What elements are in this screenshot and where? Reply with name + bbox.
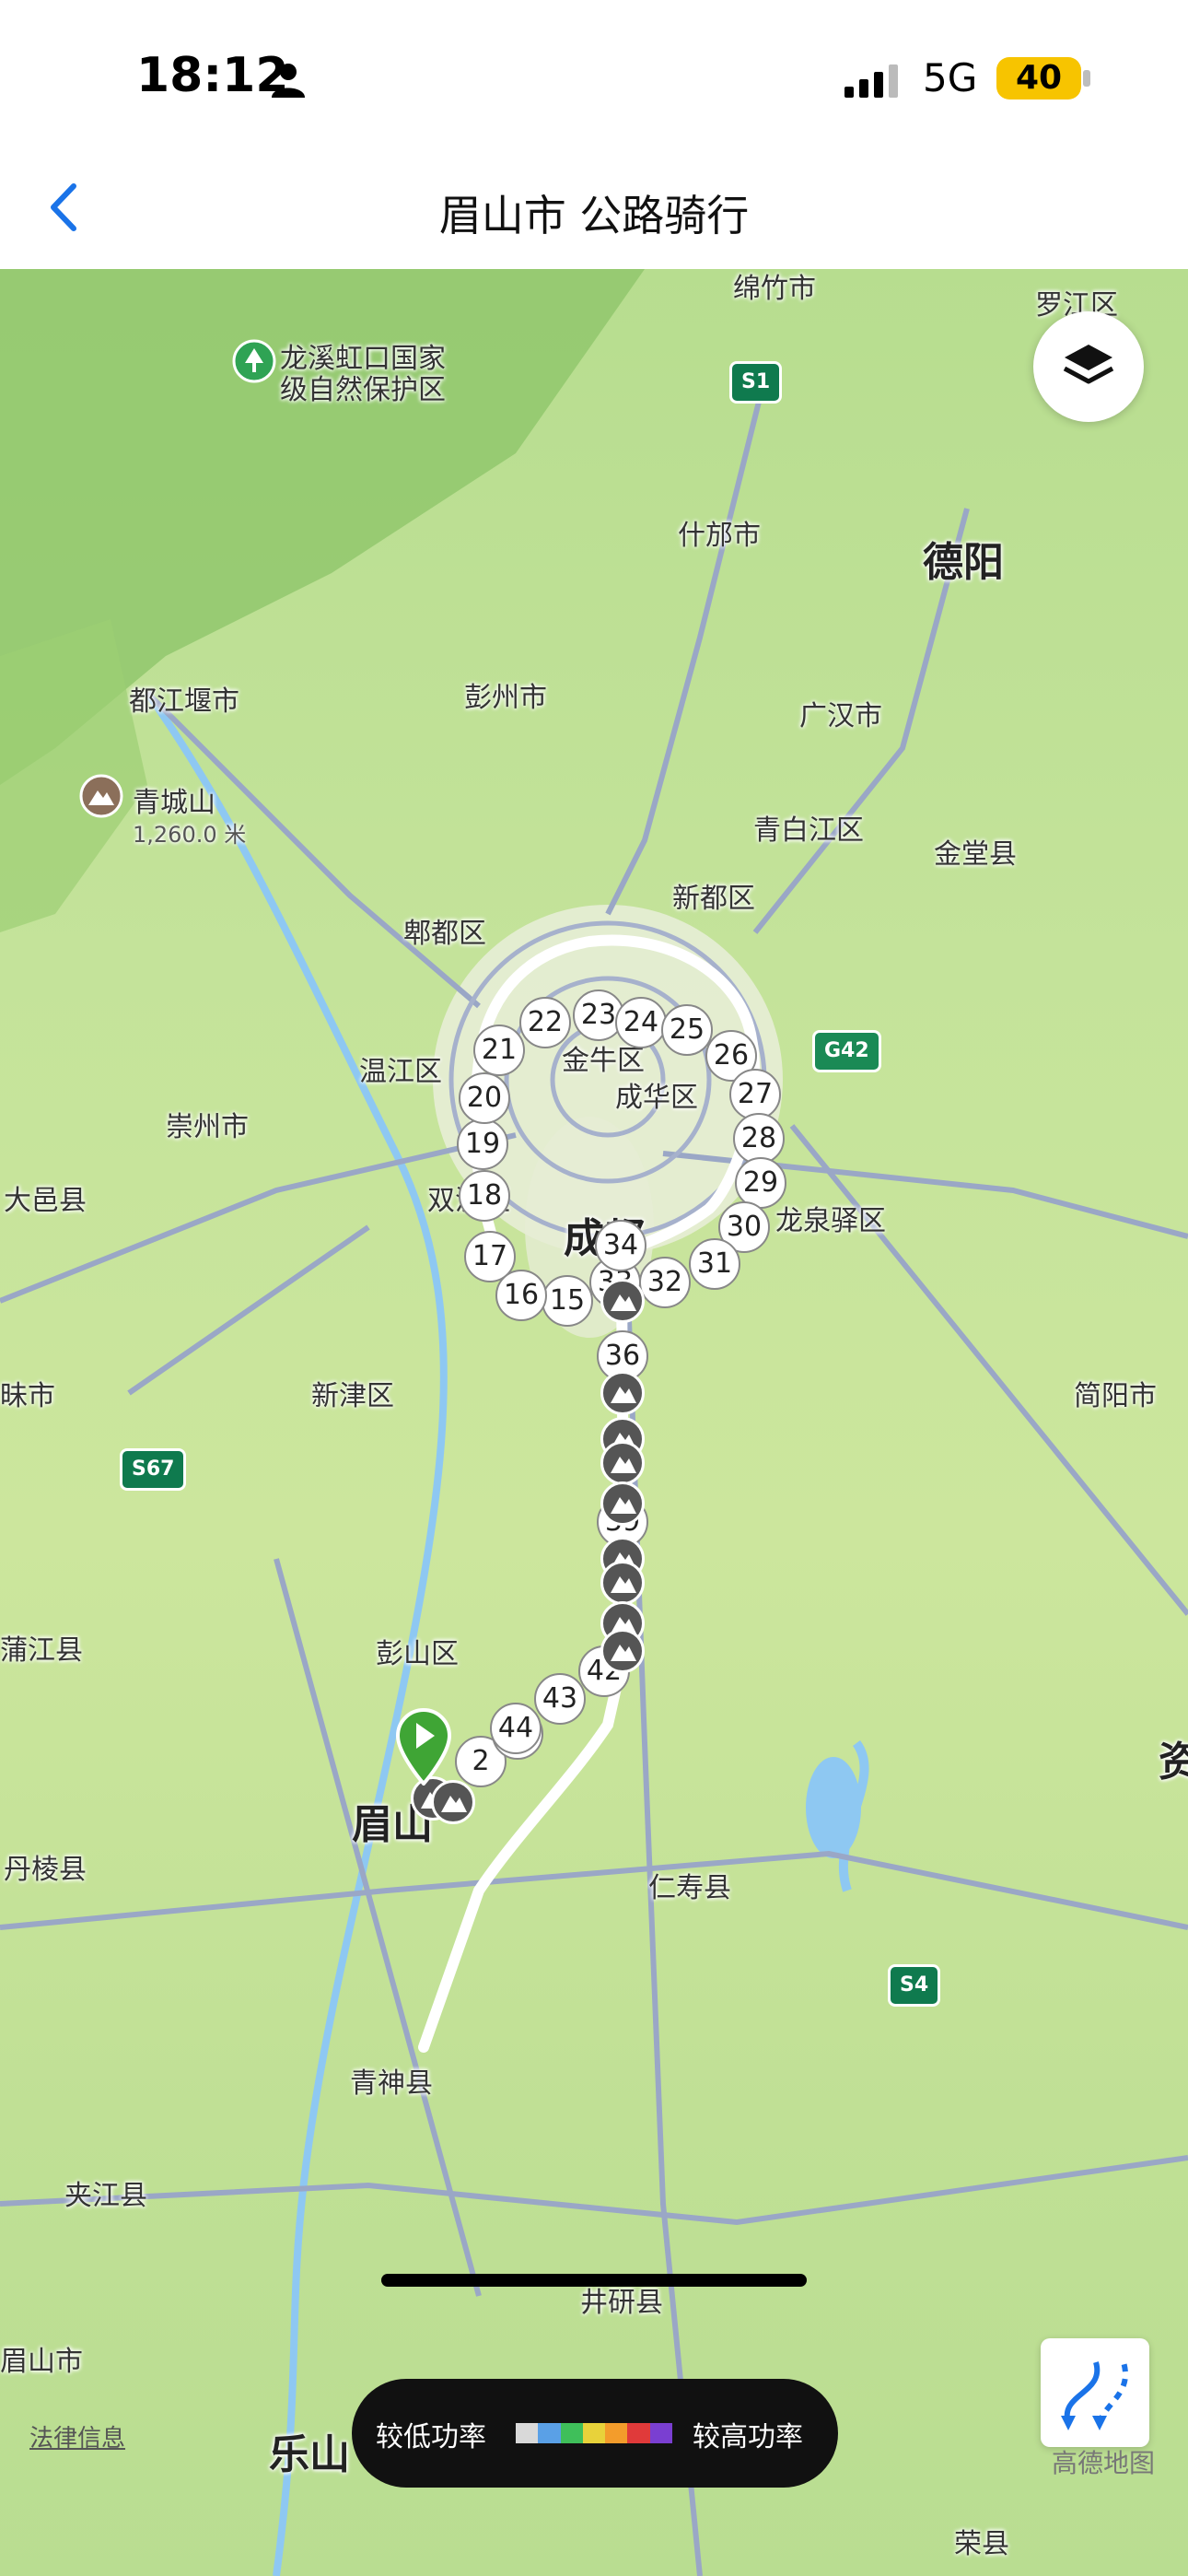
climb-marker-icon[interactable] — [600, 1441, 645, 1485]
route-overview-button[interactable] — [1041, 2338, 1149, 2447]
highway-shield-s1: S1 — [729, 361, 783, 404]
route-icon — [1061, 2361, 1128, 2430]
label-dayi: 大邑县 — [4, 1185, 87, 1217]
route-km-marker[interactable]: 25 — [661, 1004, 713, 1056]
label-chongzhou: 崇州市 — [166, 1111, 249, 1143]
label-guanghan: 广汉市 — [799, 700, 882, 732]
climb-marker-icon[interactable] — [600, 1629, 645, 1673]
label-longquanyi: 龙泉驿区 — [775, 1205, 886, 1237]
label-qingbaijiang: 青白江区 — [753, 814, 864, 847]
legend-high-label: 较高功率 — [693, 2421, 803, 2453]
map-view[interactable]: 绵竹市 罗江区 龙溪虹口国家 级自然保护区 什邡市 德阳 都江堰市 彭州市 广汉… — [0, 269, 1188, 2576]
highway-shield-g42: G42 — [812, 1030, 881, 1072]
battery-level: 40 — [1015, 59, 1063, 97]
route-km-marker[interactable]: 32 — [639, 1257, 691, 1308]
label-jintang: 金堂县 — [934, 838, 1017, 871]
legend-low-label: 较低功率 — [376, 2421, 486, 2453]
home-indicator — [381, 2274, 807, 2287]
climb-marker-icon[interactable] — [600, 1279, 645, 1323]
map-provider-logo: 高德地图 — [1052, 2448, 1156, 2478]
route-km-marker[interactable]: 43 — [534, 1673, 586, 1725]
legend-swatch — [605, 2423, 628, 2443]
climb-marker-icon[interactable] — [600, 1371, 645, 1415]
route-km-marker[interactable]: 34 — [595, 1220, 646, 1271]
label-deyang: 德阳 — [923, 539, 1004, 586]
route-km-marker[interactable]: 44 — [490, 1703, 542, 1754]
label-renshou: 仁寿县 — [648, 1872, 731, 1904]
label-emeishan: 眉山市 — [0, 2346, 83, 2378]
label-qingchengshan: 青城山 — [133, 787, 215, 819]
label-jianyang: 简阳市 — [1074, 1380, 1157, 1412]
legend-swatch — [649, 2423, 672, 2443]
battery-icon: 40 — [996, 57, 1081, 100]
network-type: 5G — [923, 55, 978, 100]
route-km-marker[interactable]: 31 — [689, 1238, 740, 1290]
label-shifang: 什邡市 — [678, 520, 761, 552]
route-km-marker[interactable]: 20 — [459, 1072, 510, 1124]
legend-swatch — [627, 2423, 650, 2443]
nav-bar: 眉山市 公路骑行 — [0, 157, 1188, 269]
mountain-poi-icon[interactable] — [79, 774, 123, 818]
highway-shield-s4: S4 — [888, 1964, 941, 2007]
label-qingcheng-alt: 1,260.0 米 — [133, 822, 247, 848]
legend-swatch — [516, 2423, 539, 2443]
label-edge-left: 昧市 — [0, 1380, 55, 1412]
label-jiajiang: 夹江县 — [64, 2180, 147, 2212]
climb-marker-icon[interactable] — [600, 1481, 645, 1526]
legend-swatch — [582, 2423, 606, 2443]
map-base — [0, 269, 1188, 2576]
route-km-marker[interactable]: 21 — [473, 1025, 525, 1076]
label-pujiang: 蒲江县 — [0, 1634, 83, 1667]
label-chenghua: 成华区 — [615, 1082, 698, 1114]
status-time: 18:12 — [136, 48, 289, 103]
battery-tip — [1083, 70, 1090, 87]
nature-reserve-icon[interactable] — [232, 339, 276, 383]
label-xinjin: 新津区 — [311, 1380, 394, 1412]
layers-icon — [1063, 345, 1114, 384]
legend-color-bar — [516, 2423, 672, 2443]
legend-swatch — [560, 2423, 583, 2443]
label-dujiangyan: 都江堰市 — [129, 685, 239, 718]
label-pengshan: 彭山区 — [376, 1638, 459, 1670]
climb-marker-icon[interactable] — [600, 1561, 645, 1605]
label-pidu: 郫都区 — [403, 918, 486, 950]
label-zi: 资 — [1159, 1739, 1188, 1786]
label-longxi2: 级自然保护区 — [280, 374, 446, 406]
label-mianzhu: 绵竹市 — [733, 273, 816, 305]
route-km-marker[interactable]: 17 — [464, 1231, 516, 1282]
person-icon — [272, 64, 305, 98]
page-title: 眉山市 公路骑行 — [438, 191, 750, 240]
route-km-marker[interactable]: 15 — [542, 1275, 593, 1327]
route-km-marker[interactable]: 24 — [615, 997, 667, 1048]
label-wenjiang: 温江区 — [359, 1056, 442, 1088]
label-pengzhou: 彭州市 — [464, 682, 547, 714]
label-leshan: 乐山 — [269, 2431, 350, 2478]
status-bar: 18:12 5G 40 — [0, 0, 1188, 157]
legend-swatch — [538, 2423, 561, 2443]
route-km-marker[interactable]: 22 — [519, 997, 571, 1048]
climb-marker-icon[interactable] — [431, 1780, 475, 1824]
power-legend: 较低功率 较高功率 — [352, 2379, 838, 2488]
label-qingshen: 青神县 — [350, 2067, 433, 2100]
signal-icon — [844, 64, 898, 98]
highway-shield-s67: S67 — [120, 1448, 187, 1491]
label-danleng: 丹棱县 — [4, 1854, 87, 1886]
label-rongxian: 荣县 — [954, 2528, 1009, 2560]
start-pin-icon[interactable] — [394, 1708, 453, 1786]
route-km-marker[interactable]: 18 — [459, 1170, 510, 1222]
label-xindu: 新都区 — [672, 883, 755, 915]
legal-info-link[interactable]: 法律信息 — [29, 2419, 125, 2453]
map-layers-button[interactable] — [1033, 311, 1144, 422]
route-km-marker[interactable]: 19 — [457, 1118, 508, 1170]
